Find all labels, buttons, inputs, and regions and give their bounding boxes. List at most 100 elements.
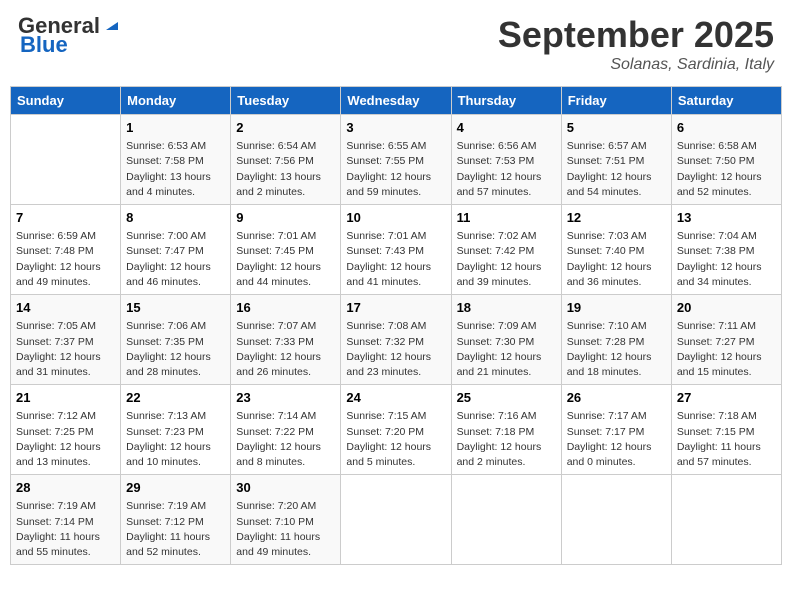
weekday-header-thursday: Thursday: [451, 87, 561, 115]
calendar-cell: 14 Sunrise: 7:05 AMSunset: 7:37 PMDayligh…: [11, 295, 121, 385]
day-number: 10: [346, 209, 445, 227]
day-number: 3: [346, 119, 445, 137]
day-number: 9: [236, 209, 335, 227]
day-info: Sunrise: 7:17 AMSunset: 7:17 PMDaylight:…: [567, 409, 666, 470]
calendar-cell: 16 Sunrise: 7:07 AMSunset: 7:33 PMDayligh…: [231, 295, 341, 385]
day-info: Sunrise: 7:20 AMSunset: 7:10 PMDaylight:…: [236, 499, 335, 560]
calendar-body: 1 Sunrise: 6:53 AMSunset: 7:58 PMDaylight…: [11, 115, 782, 565]
calendar-cell: 17 Sunrise: 7:08 AMSunset: 7:32 PMDayligh…: [341, 295, 451, 385]
calendar-cell: 25Sunrise: 7:16 AMSunset: 7:18 PMDayligh…: [451, 385, 561, 475]
day-number: 12: [567, 209, 666, 227]
calendar-cell: 1 Sunrise: 6:53 AMSunset: 7:58 PMDaylight…: [121, 115, 231, 205]
calendar-cell: 11Sunrise: 7:02 AMSunset: 7:42 PMDayligh…: [451, 205, 561, 295]
day-info: Sunrise: 7:01 AMSunset: 7:43 PMDaylight:…: [346, 229, 445, 290]
calendar-week-row: 14 Sunrise: 7:05 AMSunset: 7:37 PMDayligh…: [11, 295, 782, 385]
day-info: Sunrise: 7:09 AMSunset: 7:30 PMDaylight:…: [457, 319, 556, 380]
day-number: 5: [567, 119, 666, 137]
calendar-cell: 20Sunrise: 7:11 AMSunset: 7:27 PMDayligh…: [671, 295, 781, 385]
day-info: Sunrise: 7:14 AMSunset: 7:22 PMDaylight:…: [236, 409, 335, 470]
calendar-table: SundayMondayTuesdayWednesdayThursdayFrid…: [10, 86, 782, 565]
calendar-cell: 13Sunrise: 7:04 AMSunset: 7:38 PMDayligh…: [671, 205, 781, 295]
calendar-cell: 8 Sunrise: 7:00 AMSunset: 7:47 PMDaylight…: [121, 205, 231, 295]
day-number: 7: [16, 209, 115, 227]
day-info: Sunrise: 7:13 AMSunset: 7:23 PMDaylight:…: [126, 409, 225, 470]
logo-arrow-icon: [102, 14, 122, 34]
day-number: 29: [126, 479, 225, 497]
day-info: Sunrise: 6:55 AMSunset: 7:55 PMDaylight:…: [346, 139, 445, 200]
logo: General Blue: [18, 14, 122, 58]
day-info: Sunrise: 7:16 AMSunset: 7:18 PMDaylight:…: [457, 409, 556, 470]
day-info: Sunrise: 6:59 AMSunset: 7:48 PMDaylight:…: [16, 229, 115, 290]
calendar-cell: 27 Sunrise: 7:18 AMSunset: 7:15 PMDayligh…: [671, 385, 781, 475]
weekday-header-sunday: Sunday: [11, 87, 121, 115]
calendar-cell: 30 Sunrise: 7:20 AMSunset: 7:10 PMDayligh…: [231, 475, 341, 565]
day-info: Sunrise: 7:05 AMSunset: 7:37 PMDaylight:…: [16, 319, 115, 380]
day-info: Sunrise: 7:01 AMSunset: 7:45 PMDaylight:…: [236, 229, 335, 290]
day-info: Sunrise: 7:00 AMSunset: 7:47 PMDaylight:…: [126, 229, 225, 290]
location: Solanas, Sardinia, Italy: [498, 56, 774, 74]
day-number: 27: [677, 389, 776, 407]
day-number: 17: [346, 299, 445, 317]
calendar-cell: [11, 115, 121, 205]
weekday-header-friday: Friday: [561, 87, 671, 115]
day-number: 8: [126, 209, 225, 227]
calendar-cell: 12Sunrise: 7:03 AMSunset: 7:40 PMDayligh…: [561, 205, 671, 295]
title-block: September 2025 Solanas, Sardinia, Italy: [498, 14, 774, 74]
weekday-header-tuesday: Tuesday: [231, 87, 341, 115]
day-info: Sunrise: 7:10 AMSunset: 7:28 PMDaylight:…: [567, 319, 666, 380]
day-info: Sunrise: 7:06 AMSunset: 7:35 PMDaylight:…: [126, 319, 225, 380]
day-info: Sunrise: 7:07 AMSunset: 7:33 PMDaylight:…: [236, 319, 335, 380]
calendar-cell: 23 Sunrise: 7:14 AMSunset: 7:22 PMDayligh…: [231, 385, 341, 475]
calendar-cell: [671, 475, 781, 565]
weekday-header-wednesday: Wednesday: [341, 87, 451, 115]
day-info: Sunrise: 7:18 AMSunset: 7:15 PMDaylight:…: [677, 409, 776, 470]
day-number: 20: [677, 299, 776, 317]
calendar-cell: 26 Sunrise: 7:17 AMSunset: 7:17 PMDayligh…: [561, 385, 671, 475]
day-info: Sunrise: 6:54 AMSunset: 7:56 PMDaylight:…: [236, 139, 335, 200]
day-info: Sunrise: 7:02 AMSunset: 7:42 PMDaylight:…: [457, 229, 556, 290]
day-number: 19: [567, 299, 666, 317]
day-number: 30: [236, 479, 335, 497]
calendar-cell: 2 Sunrise: 6:54 AMSunset: 7:56 PMDaylight…: [231, 115, 341, 205]
logo-blue: Blue: [20, 32, 68, 58]
day-number: 23: [236, 389, 335, 407]
day-number: 26: [567, 389, 666, 407]
calendar-cell: 15Sunrise: 7:06 AMSunset: 7:35 PMDayligh…: [121, 295, 231, 385]
calendar-cell: 21Sunrise: 7:12 AMSunset: 7:25 PMDayligh…: [11, 385, 121, 475]
day-number: 13: [677, 209, 776, 227]
calendar-cell: 4Sunrise: 6:56 AMSunset: 7:53 PMDaylight…: [451, 115, 561, 205]
day-info: Sunrise: 7:08 AMSunset: 7:32 PMDaylight:…: [346, 319, 445, 380]
calendar-cell: 29 Sunrise: 7:19 AMSunset: 7:12 PMDayligh…: [121, 475, 231, 565]
day-number: 22: [126, 389, 225, 407]
day-number: 14: [16, 299, 115, 317]
day-info: Sunrise: 7:19 AMSunset: 7:12 PMDaylight:…: [126, 499, 225, 560]
day-number: 1: [126, 119, 225, 137]
weekday-header-saturday: Saturday: [671, 87, 781, 115]
day-number: 16: [236, 299, 335, 317]
day-number: 28: [16, 479, 115, 497]
day-number: 6: [677, 119, 776, 137]
day-info: Sunrise: 7:12 AMSunset: 7:25 PMDaylight:…: [16, 409, 115, 470]
calendar-cell: 9 Sunrise: 7:01 AMSunset: 7:45 PMDaylight…: [231, 205, 341, 295]
calendar-cell: 22 Sunrise: 7:13 AMSunset: 7:23 PMDayligh…: [121, 385, 231, 475]
day-number: 2: [236, 119, 335, 137]
calendar-cell: [561, 475, 671, 565]
calendar-week-row: 7 Sunrise: 6:59 AMSunset: 7:48 PMDaylight…: [11, 205, 782, 295]
day-number: 24: [346, 389, 445, 407]
calendar-week-row: 1 Sunrise: 6:53 AMSunset: 7:58 PMDaylight…: [11, 115, 782, 205]
calendar-cell: 28 Sunrise: 7:19 AMSunset: 7:14 PMDayligh…: [11, 475, 121, 565]
calendar-cell: 24Sunrise: 7:15 AMSunset: 7:20 PMDayligh…: [341, 385, 451, 475]
calendar-cell: [341, 475, 451, 565]
page-header: General Blue September 2025 Solanas, Sar…: [10, 10, 782, 78]
calendar-cell: 10 Sunrise: 7:01 AMSunset: 7:43 PMDayligh…: [341, 205, 451, 295]
weekday-header-monday: Monday: [121, 87, 231, 115]
day-info: Sunrise: 6:56 AMSunset: 7:53 PMDaylight:…: [457, 139, 556, 200]
calendar-cell: [451, 475, 561, 565]
calendar-cell: 18Sunrise: 7:09 AMSunset: 7:30 PMDayligh…: [451, 295, 561, 385]
calendar-header-row: SundayMondayTuesdayWednesdayThursdayFrid…: [11, 87, 782, 115]
day-info: Sunrise: 7:19 AMSunset: 7:14 PMDaylight:…: [16, 499, 115, 560]
calendar-cell: 6Sunrise: 6:58 AMSunset: 7:50 PMDaylight…: [671, 115, 781, 205]
calendar-cell: 5Sunrise: 6:57 AMSunset: 7:51 PMDaylight…: [561, 115, 671, 205]
day-info: Sunrise: 6:53 AMSunset: 7:58 PMDaylight:…: [126, 139, 225, 200]
calendar-week-row: 28 Sunrise: 7:19 AMSunset: 7:14 PMDayligh…: [11, 475, 782, 565]
